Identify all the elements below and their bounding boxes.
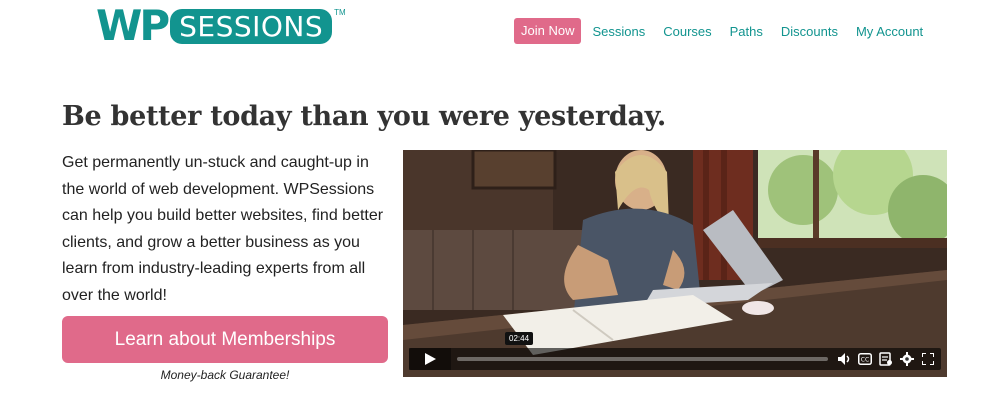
fullscreen-icon[interactable] [920, 351, 936, 367]
play-button[interactable] [409, 348, 451, 370]
logo-trademark: TM [334, 8, 346, 17]
captions-icon[interactable]: CC [857, 351, 873, 367]
transcript-icon[interactable] [878, 351, 894, 367]
hero-headline: Be better today than you were yesterday. [62, 101, 667, 132]
nav-paths[interactable]: Paths [730, 24, 763, 39]
logo-wp-text: WP [96, 1, 170, 50]
money-back-guarantee-note: Money-back Guarantee! [160, 368, 290, 382]
settings-icon[interactable] [899, 351, 915, 367]
join-now-button[interactable]: Join Now [514, 18, 582, 44]
video-duration-label: 02:44 [505, 332, 534, 345]
nav-courses[interactable]: Courses [663, 24, 711, 39]
play-icon [424, 353, 436, 365]
hero-intro-text: Get permanently un-stuck and caught-up i… [62, 154, 384, 304]
nav-sessions[interactable]: Sessions [592, 24, 645, 39]
video-poster-image [403, 150, 947, 377]
volume-icon[interactable] [836, 351, 852, 367]
svg-text:CC: CC [861, 357, 869, 364]
main-nav: Join Now Sessions Courses Paths Discount… [514, 18, 941, 44]
video-control-bar: 02:44 CC [409, 332, 941, 370]
nav-discounts[interactable]: Discounts [781, 24, 838, 39]
promo-video-player[interactable]: 02:44 CC [403, 150, 947, 377]
logo-sessions-badge: SESSIONS [170, 9, 333, 44]
learn-about-memberships-button[interactable]: Learn about Memberships [62, 316, 388, 363]
wpsessions-logo[interactable]: WP SESSIONS TM [96, 1, 346, 50]
video-progress-bar[interactable]: 02:44 [457, 332, 828, 361]
nav-my-account[interactable]: My Account [856, 24, 923, 39]
